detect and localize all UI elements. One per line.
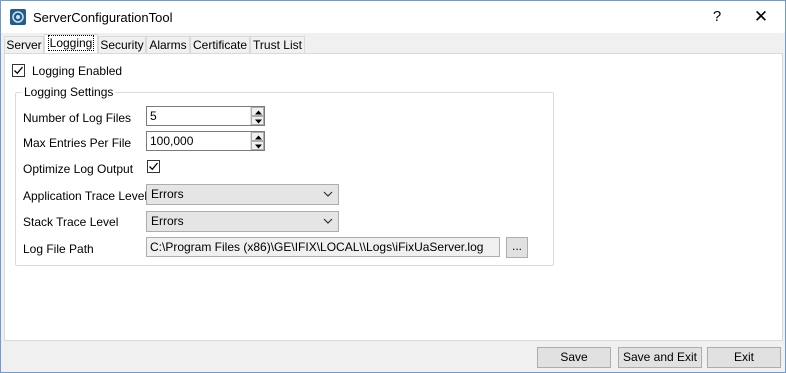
exit-button[interactable]: Exit <box>707 347 781 368</box>
max-entries-value: 100,000 <box>150 134 194 148</box>
stack-trace-level-label: Stack Trace Level <box>23 215 119 229</box>
optimize-log-checkbox[interactable] <box>147 160 160 173</box>
tab-label: Security <box>100 38 144 52</box>
spin-up-button[interactable] <box>251 107 264 116</box>
app-trace-level-label: Application Trace Level <box>23 189 148 203</box>
logging-settings-group: Logging Settings Number of Log Files 5 M… <box>15 85 554 266</box>
tab-security[interactable]: Security <box>98 36 146 54</box>
tab-label: Trust List <box>253 38 302 52</box>
group-title: Logging Settings <box>22 85 116 99</box>
stack-trace-level-value: Errors <box>151 214 184 228</box>
num-log-files-field[interactable]: 5 <box>146 106 265 126</box>
save-button[interactable]: Save <box>537 347 611 368</box>
tab-label: Server <box>6 38 42 52</box>
log-file-path-label: Log File Path <box>23 242 94 256</box>
max-entries-field[interactable]: 100,000 <box>146 131 265 151</box>
chevron-down-icon <box>323 218 333 224</box>
spin-down-icon <box>255 119 262 124</box>
spin-up-button[interactable] <box>251 132 264 141</box>
help-button[interactable]: ? <box>697 1 737 33</box>
close-button[interactable]: ✕ <box>737 1 785 33</box>
num-log-files-value: 5 <box>150 109 157 123</box>
checkmark-icon <box>14 66 24 75</box>
spin-up-icon <box>255 135 262 140</box>
spin-down-icon <box>255 144 262 149</box>
tab-server[interactable]: Server <box>4 36 44 54</box>
chevron-down-icon <box>323 191 333 197</box>
save-and-exit-button[interactable]: Save and Exit <box>618 347 702 368</box>
log-file-path-field[interactable]: C:\Program Files (x86)\GE\IFIX\LOCAL\\Lo… <box>146 237 500 257</box>
tab-label: Logging <box>47 35 95 51</box>
tab-logging[interactable]: Logging <box>44 34 98 55</box>
spin-down-button[interactable] <box>251 141 264 150</box>
logging-enabled-label: Logging Enabled <box>32 64 123 78</box>
optimize-log-label: Optimize Log Output <box>23 162 134 176</box>
app-window: ServerConfigurationTool ? ✕ Server Loggi… <box>0 0 786 373</box>
logging-enabled-checkbox[interactable] <box>12 64 25 77</box>
tab-certificate[interactable]: Certificate <box>190 36 250 54</box>
tab-trust-list[interactable]: Trust List <box>250 36 305 54</box>
max-entries-spinner[interactable] <box>250 132 264 150</box>
num-log-files-spinner[interactable] <box>250 107 264 125</box>
num-log-files-label: Number of Log Files <box>23 111 132 125</box>
logging-tab-page: Logging Enabled Logging Settings Number … <box>4 53 783 341</box>
title-bar: ServerConfigurationTool ? ✕ <box>1 1 785 33</box>
window-title: ServerConfigurationTool <box>33 10 173 25</box>
stack-trace-level-select[interactable]: Errors <box>146 211 339 232</box>
max-entries-label: Max Entries Per File <box>23 136 132 150</box>
spin-up-icon <box>255 110 262 115</box>
spin-down-button[interactable] <box>251 116 264 125</box>
tab-label: Certificate <box>192 38 248 52</box>
browse-button[interactable]: ... <box>506 237 528 258</box>
checkmark-icon <box>149 162 159 171</box>
tab-alarms[interactable]: Alarms <box>146 36 190 54</box>
app-trace-level-select[interactable]: Errors <box>146 184 339 205</box>
app-trace-level-value: Errors <box>151 187 184 201</box>
server-gear-icon <box>10 9 26 25</box>
tab-label: Alarms <box>149 38 187 52</box>
